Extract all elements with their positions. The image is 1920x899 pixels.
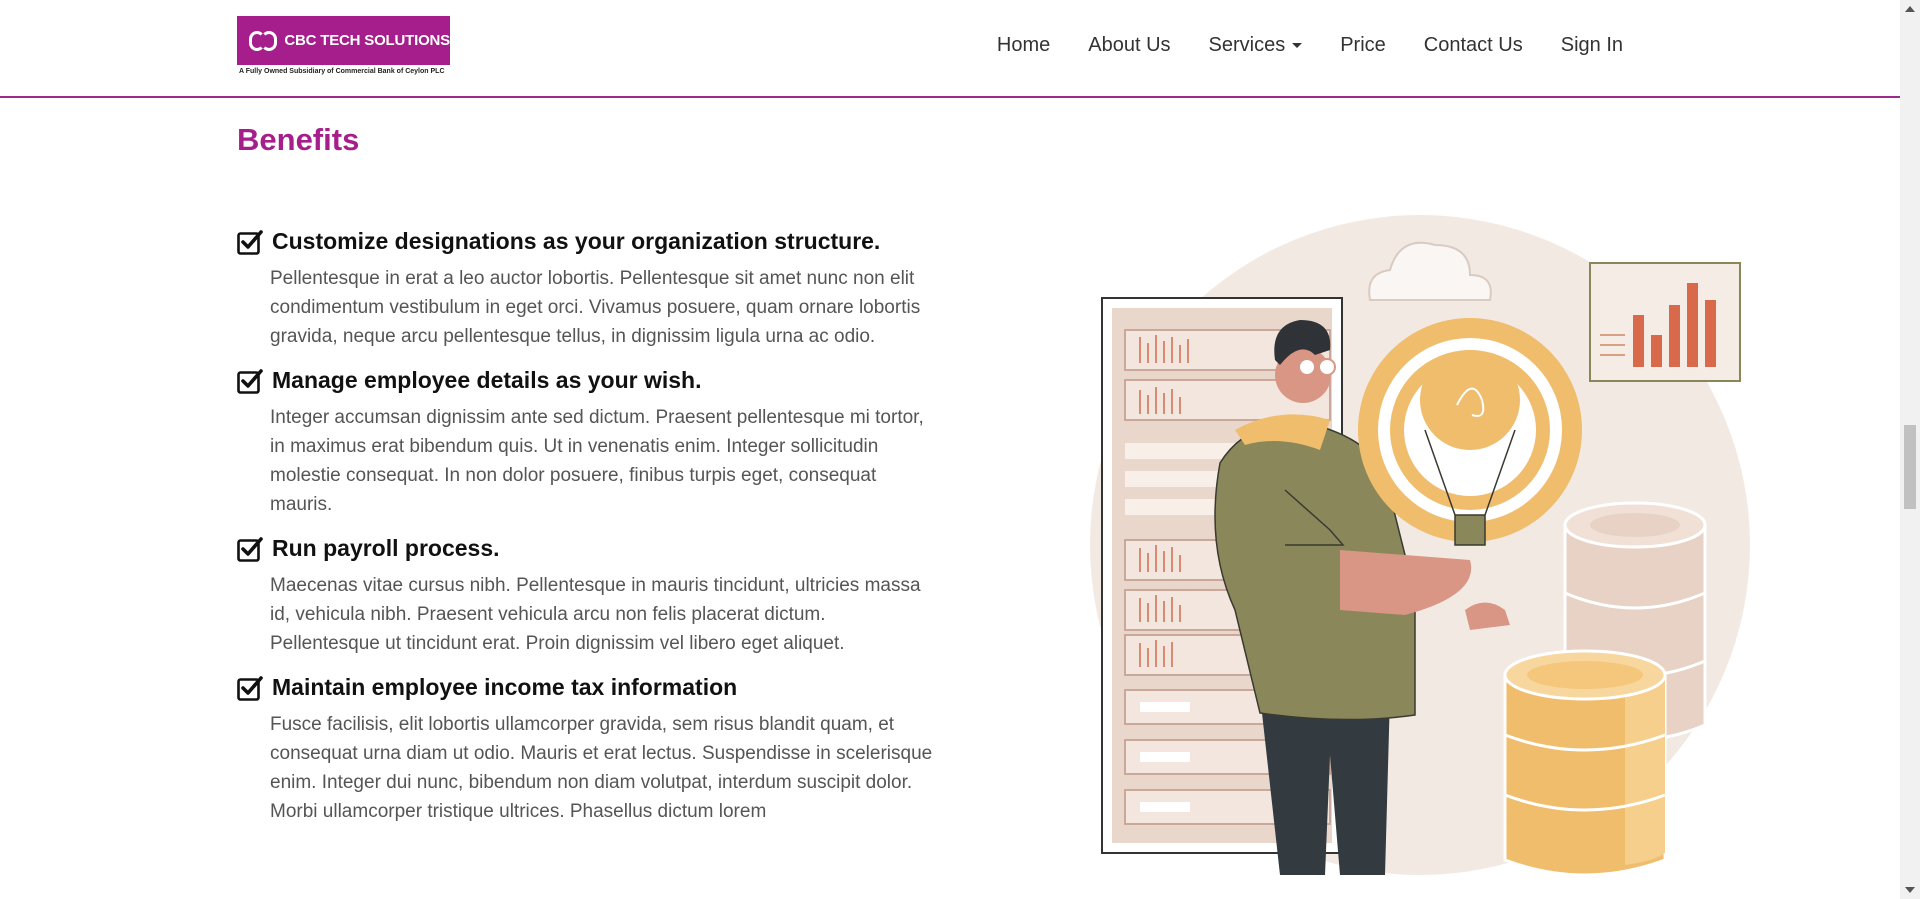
scroll-thumb[interactable] — [1904, 425, 1916, 509]
benefits-illustration — [1090, 215, 1750, 877]
benefit-description: Maecenas vitae cursus nibh. Pellentesque… — [270, 575, 921, 654]
page-scrollbar[interactable] — [1900, 0, 1920, 899]
main-nav: Home About Us Services Price Contact Us … — [978, 34, 1642, 57]
bar-chart-card — [1589, 262, 1741, 382]
nav-services-label: Services — [1208, 34, 1286, 56]
nav-about-us[interactable]: About Us — [1069, 34, 1189, 57]
nav-price-label: Price — [1340, 34, 1386, 56]
nav-services-dropdown[interactable]: Services — [1190, 34, 1322, 57]
checkbox-checked-icon — [237, 368, 264, 394]
benefit-heading: Run payroll process. — [237, 535, 937, 562]
nav-contact-us-label: Contact Us — [1423, 34, 1523, 56]
database-stack-front — [1503, 649, 1667, 877]
logo-mark-icon — [249, 30, 280, 52]
checkbox-checked-icon — [237, 536, 264, 562]
benefits-list: Customize designations as your organizat… — [237, 228, 937, 842]
benefit-item: Customize designations as your organizat… — [237, 228, 937, 351]
benefit-description: Integer accumsan dignissim ante sed dict… — [270, 407, 924, 515]
brand-logo[interactable]: CBC TECH SOLUTIONS A Fully Owned Subsidi… — [237, 16, 450, 80]
nav-about-us-label: About Us — [1088, 34, 1171, 56]
benefit-item: Manage employee details as your wish. In… — [237, 367, 937, 519]
benefit-item: Run payroll process. Maecenas vitae curs… — [237, 535, 937, 658]
section-title: Benefits — [237, 122, 360, 157]
navbar: CBC TECH SOLUTIONS A Fully Owned Subsidi… — [0, 0, 1900, 98]
nav-sign-in[interactable]: Sign In — [1542, 34, 1642, 57]
nav-home[interactable]: Home — [978, 34, 1069, 57]
benefit-heading: Manage employee details as your wish. — [237, 367, 937, 394]
nav-contact-us[interactable]: Contact Us — [1405, 34, 1542, 57]
benefit-title: Run payroll process. — [272, 535, 500, 561]
benefit-title: Customize designations as your organizat… — [272, 228, 881, 254]
scroll-up-arrow-icon[interactable] — [1905, 6, 1915, 12]
nav-sign-in-label: Sign In — [1560, 34, 1623, 56]
checkbox-checked-icon — [237, 229, 264, 255]
benefit-description: Pellentesque in erat a leo auctor lobort… — [270, 268, 921, 347]
brand-tagline: A Fully Owned Subsidiary of Commercial B… — [239, 68, 445, 75]
logo-badge: CBC TECH SOLUTIONS — [237, 16, 450, 65]
benefit-item: Maintain employee income tax information… — [237, 674, 937, 826]
benefit-description: Fusce facilisis, elit lobortis ullamcorp… — [270, 714, 933, 822]
nav-price[interactable]: Price — [1321, 34, 1405, 57]
benefit-title: Manage employee details as your wish. — [272, 367, 702, 393]
scroll-down-arrow-icon[interactable] — [1905, 887, 1915, 893]
nav-home-label: Home — [996, 34, 1051, 56]
brand-name: CBC TECH SOLUTIONS — [284, 32, 450, 49]
caret-down-icon — [1292, 43, 1303, 48]
benefit-title: Maintain employee income tax information — [272, 674, 738, 700]
checkbox-checked-icon — [237, 675, 264, 701]
benefit-heading: Maintain employee income tax information — [237, 674, 937, 701]
benefit-heading: Customize designations as your organizat… — [237, 228, 937, 255]
